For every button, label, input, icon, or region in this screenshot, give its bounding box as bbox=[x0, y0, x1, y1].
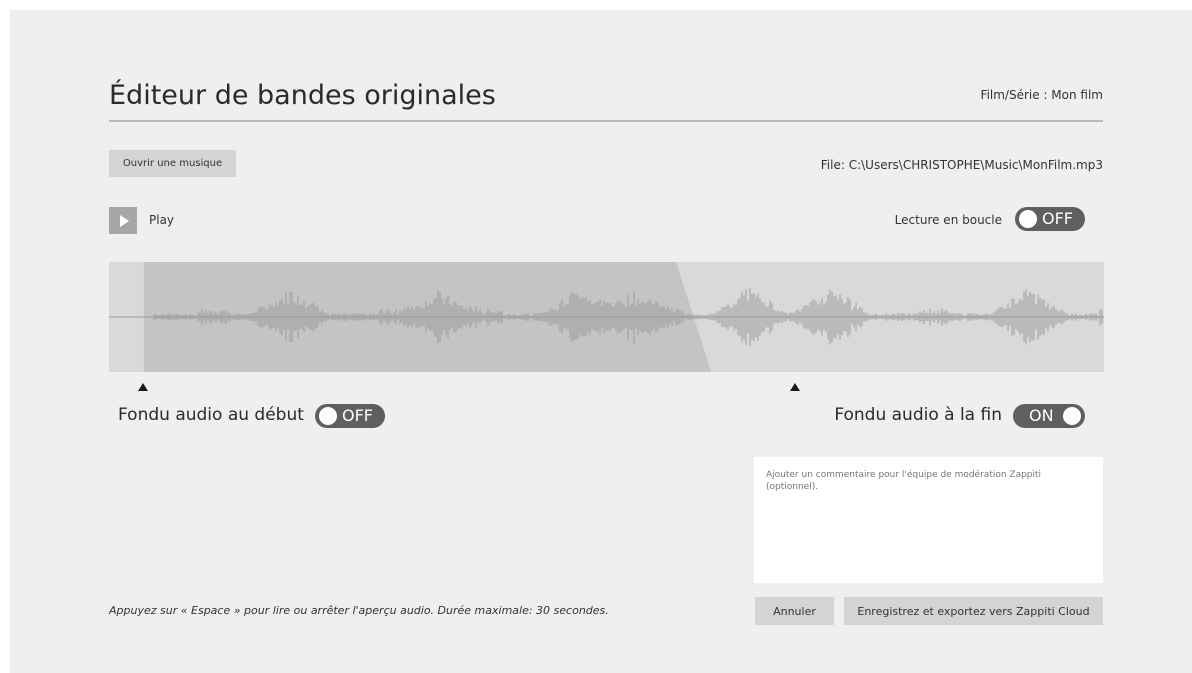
fade-start-toggle[interactable]: OFF bbox=[315, 404, 385, 428]
open-music-button[interactable]: Ouvrir une musique bbox=[109, 150, 236, 177]
film-label: Film/Série : Mon film bbox=[980, 88, 1103, 102]
fade-start-label: Fondu audio au début bbox=[118, 405, 304, 425]
toggle-knob bbox=[1063, 407, 1081, 425]
file-path-label: File: C:\Users\CHRISTOPHE\Music\MonFilm.… bbox=[820, 158, 1103, 172]
fade-end-toggle[interactable]: ON bbox=[1013, 404, 1085, 428]
cancel-button[interactable]: Annuler bbox=[755, 597, 834, 625]
toggle-knob bbox=[1019, 210, 1037, 228]
waveform-graphic bbox=[109, 262, 1104, 372]
title-divider bbox=[109, 120, 1103, 122]
fade-end-state: ON bbox=[1029, 406, 1054, 425]
page-title: Éditeur de bandes originales bbox=[109, 80, 496, 111]
play-button[interactable] bbox=[109, 207, 137, 234]
toggle-knob bbox=[319, 407, 337, 425]
keyboard-hint: Appuyez sur « Espace » pour lire ou arrê… bbox=[109, 604, 609, 617]
export-button[interactable]: Enregistrez et exportez vers Zappiti Clo… bbox=[844, 597, 1103, 625]
fade-end-marker[interactable] bbox=[790, 383, 800, 391]
fade-end-label: Fondu audio à la fin bbox=[834, 405, 1002, 425]
loop-toggle-state: OFF bbox=[1042, 209, 1073, 228]
comment-field[interactable] bbox=[754, 457, 1103, 583]
play-label: Play bbox=[149, 213, 175, 227]
fade-start-marker[interactable] bbox=[138, 383, 148, 391]
loop-toggle[interactable]: OFF bbox=[1015, 207, 1085, 231]
waveform[interactable] bbox=[109, 262, 1104, 372]
fade-start-state: OFF bbox=[342, 406, 373, 425]
loop-label: Lecture en boucle bbox=[894, 213, 1002, 227]
